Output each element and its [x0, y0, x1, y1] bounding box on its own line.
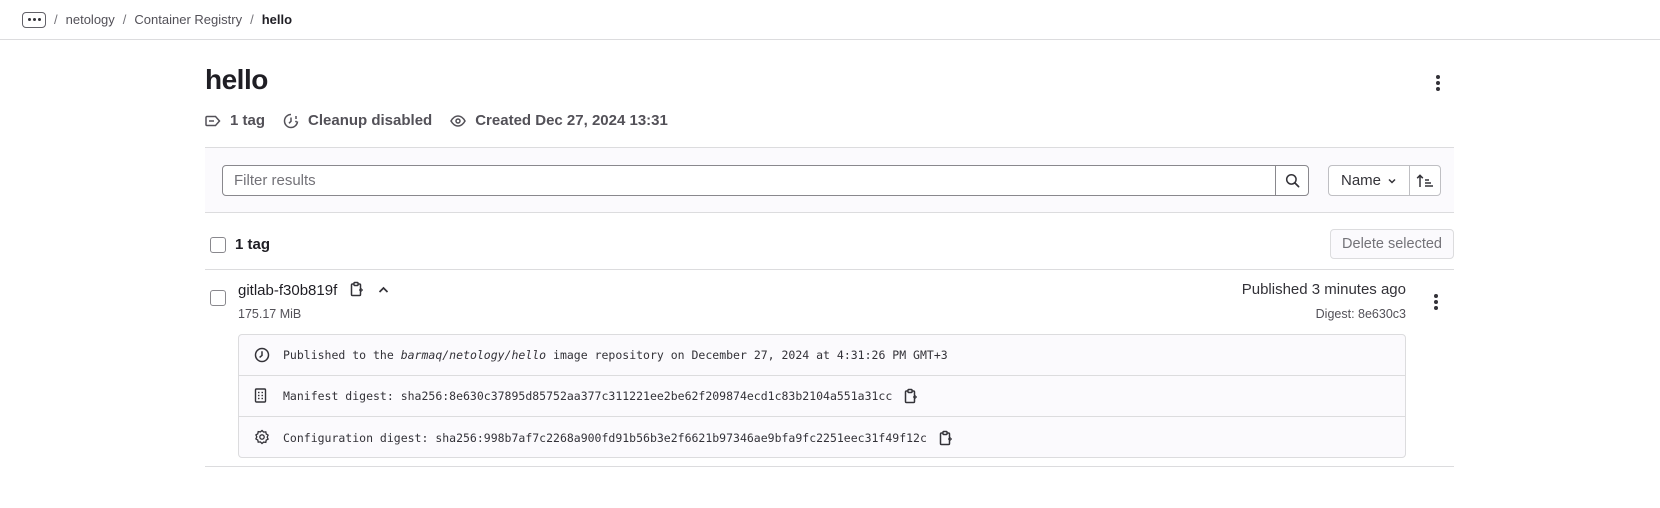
search-icon — [1285, 173, 1299, 188]
image-metadata: 1 tag Cleanup disabled Created Dec 27, 2… — [205, 112, 686, 129]
configuration-digest: Configuration digest: sha256:998b7af7c22… — [283, 430, 927, 445]
breadcrumb-separator: / — [122, 12, 127, 27]
list-header: 1 tag Delete selected — [205, 213, 1454, 270]
eye-icon — [450, 114, 467, 127]
tag-count-meta: 1 tag — [205, 112, 265, 129]
tag-row-checkbox[interactable] — [210, 290, 226, 306]
created-meta: Created Dec 27, 2024 13:31 — [450, 112, 668, 129]
page-actions-menu-icon[interactable] — [1426, 71, 1450, 95]
filter-bar: Name — [205, 147, 1454, 213]
tag-count-text: 1 tag — [230, 112, 266, 129]
copy-manifest-digest-button[interactable] — [904, 388, 918, 404]
top-bar: / netology / Container Registry / hello — [0, 0, 1660, 40]
delete-selected-button[interactable]: Delete selected — [1330, 229, 1454, 259]
created-date-text: Created Dec 27, 2024 13:31 — [475, 112, 668, 129]
tag-name: gitlab-f30b819f — [238, 282, 338, 299]
tag-size: 175.17 MiB — [238, 307, 302, 321]
clock-icon — [254, 347, 270, 363]
tag-actions-menu-icon[interactable] — [1424, 290, 1448, 314]
copy-to-clipboard-icon — [351, 281, 364, 297]
sort-field-dropdown[interactable]: Name — [1329, 166, 1411, 195]
published-prefix: Published to the — [283, 348, 401, 362]
manifest-digest: Manifest digest: sha256:8e630c37895d8575… — [283, 389, 893, 403]
page-title: hello — [205, 64, 268, 95]
repository-path: barmaq/netology/hello — [400, 348, 547, 362]
detail-published-row: Published to the barmaq/netology/hello i… — [239, 335, 1405, 376]
document-icon — [254, 388, 267, 403]
detail-manifest-row: Manifest digest: sha256:8e630c37895d8575… — [239, 376, 1405, 417]
list-bottom-divider — [205, 466, 1454, 467]
breadcrumb-current-hello[interactable]: hello — [262, 12, 292, 27]
chevron-up-icon — [378, 286, 388, 293]
breadcrumb-container-registry[interactable]: Container Registry — [134, 12, 242, 27]
label-icon — [205, 115, 221, 126]
chevron-down-icon — [1388, 178, 1396, 184]
published-time: Published 3 minutes ago — [1241, 281, 1406, 298]
detail-configuration-row: Configuration digest: sha256:998b7af7c22… — [239, 417, 1405, 458]
filter-results-input[interactable] — [223, 166, 1275, 195]
tag-name-group: gitlab-f30b819f — [238, 281, 389, 301]
cleanup-status-text: Cleanup disabled — [308, 112, 433, 129]
sort-direction-button[interactable] — [1410, 166, 1440, 195]
settings-cog-icon — [255, 429, 269, 445]
breadcrumb-netology[interactable]: netology — [66, 12, 115, 27]
collapse-details-button[interactable] — [378, 281, 389, 298]
copy-tag-button[interactable] — [350, 281, 364, 301]
copy-to-clipboard-icon — [939, 430, 952, 445]
search-box — [222, 165, 1309, 196]
cleanup-clock-icon — [283, 113, 299, 128]
sort-ascending-icon — [1416, 173, 1434, 187]
sort-controls: Name — [1328, 165, 1442, 196]
published-suffix: image repository on December 27, 2024 at… — [546, 348, 948, 362]
breadcrumb-separator: / — [54, 12, 58, 27]
copy-configuration-digest-button[interactable] — [939, 430, 953, 446]
breadcrumb-ellipsis-button[interactable] — [22, 11, 46, 28]
cleanup-meta: Cleanup disabled — [283, 112, 432, 129]
tag-count-label: 1 tag — [235, 236, 271, 253]
tag-details-panel: Published to the barmaq/netology/hello i… — [238, 334, 1406, 458]
breadcrumb-separator: / — [250, 12, 254, 27]
select-all-checkbox[interactable] — [210, 237, 226, 253]
sort-field-label: Name — [1341, 172, 1382, 189]
short-digest: Digest: 8e630c3 — [1315, 307, 1406, 321]
copy-to-clipboard-icon — [905, 388, 918, 404]
search-button[interactable] — [1275, 166, 1308, 195]
